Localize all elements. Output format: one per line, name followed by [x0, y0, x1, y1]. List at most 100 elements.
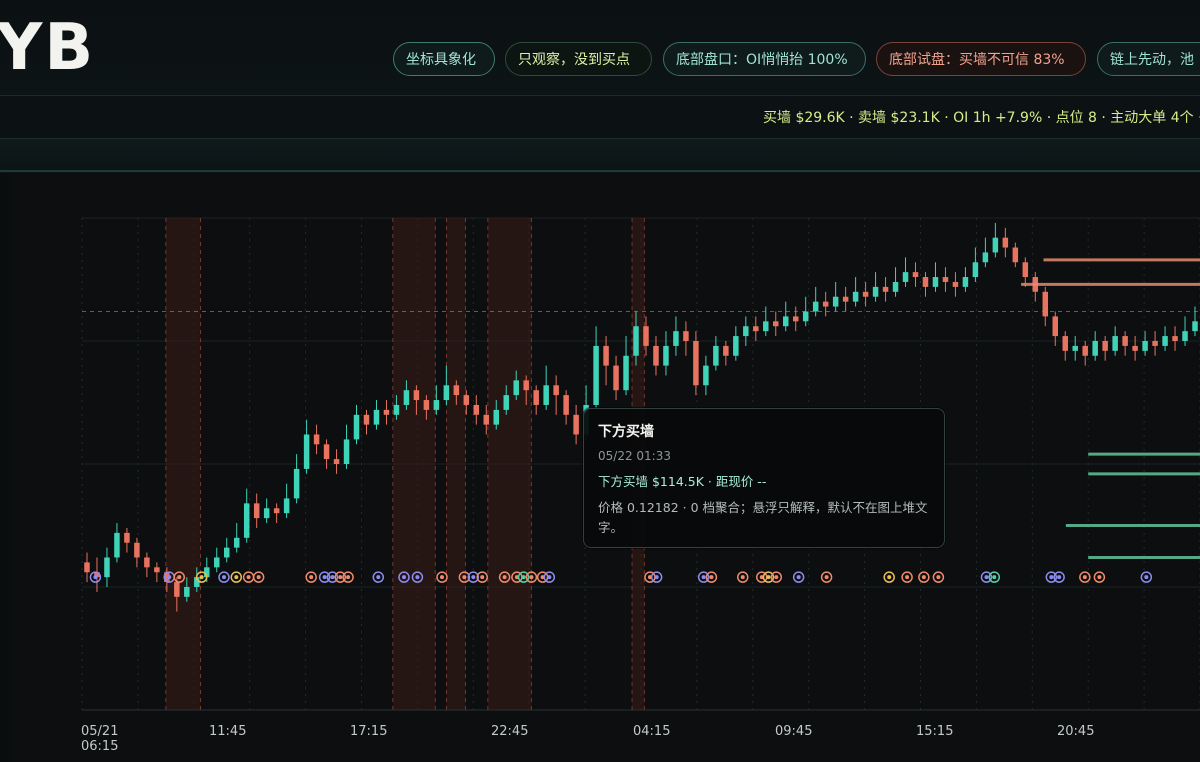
- candle-body: [972, 262, 979, 278]
- candle-body: [773, 321, 779, 327]
- candle-body: [1162, 336, 1168, 346]
- candle-body: [693, 341, 699, 386]
- event-marker-dot: [471, 575, 476, 580]
- candle-body: [523, 380, 529, 391]
- event-marker-dot: [547, 575, 552, 580]
- event-marker-dot: [462, 575, 467, 580]
- candle-body: [453, 385, 460, 396]
- highlight-band: [165, 218, 201, 710]
- candle-body: [952, 281, 959, 287]
- pill-bottom-test[interactable]: 底部试盘：买墙不可信 83%: [876, 42, 1086, 76]
- tooltip-description: 价格 0.12182 · 0 档聚合；悬浮只解释，默认不在图上堆文字。: [598, 500, 928, 535]
- brand-logo: YB: [0, 11, 96, 85]
- candle-body: [114, 532, 120, 558]
- candle-body: [1182, 331, 1188, 341]
- candle-body: [1112, 336, 1118, 351]
- event-marker-dot: [246, 575, 251, 580]
- candle-body: [782, 316, 789, 327]
- candle-body: [703, 365, 709, 386]
- event-marker-dot: [234, 575, 239, 580]
- event-marker-dot: [1082, 575, 1087, 580]
- candle-body: [433, 400, 440, 410]
- candle-body: [144, 557, 150, 568]
- event-marker-dot: [654, 575, 659, 580]
- candle-body: [573, 414, 579, 435]
- event-marker-dot: [338, 575, 343, 580]
- candle-body: [363, 414, 370, 425]
- event-marker-dot: [1049, 575, 1054, 580]
- candle-body: [134, 542, 140, 558]
- candle-body: [1172, 336, 1178, 341]
- status-bar: 买墙 $29.6K · 卖墙 $23.1K · OI 1h +7.9% · 点位…: [0, 96, 1200, 138]
- event-marker-dot: [709, 575, 714, 580]
- event-marker-dot: [502, 575, 507, 580]
- candle-body: [293, 468, 300, 499]
- candle-body: [673, 331, 679, 346]
- event-marker-dot: [415, 575, 420, 580]
- candle-body: [882, 286, 889, 292]
- pill-onchain[interactable]: 链上先动，池: [1097, 42, 1200, 76]
- event-marker-dot: [401, 575, 406, 580]
- event-marker-dot: [766, 575, 771, 580]
- candle-body: [922, 277, 929, 287]
- candle-body: [1122, 336, 1128, 346]
- tooltip-time: 05/22 01:33: [598, 449, 671, 463]
- event-marker-dot: [824, 575, 829, 580]
- candle-body: [223, 547, 230, 558]
- candle-body: [932, 277, 939, 287]
- pill-observe-only[interactable]: 只观察，没到买点: [505, 42, 652, 76]
- event-marker-dot: [992, 575, 997, 580]
- x-axis-label: 17:15: [350, 724, 388, 739]
- candle-body: [253, 503, 260, 519]
- toolbar-band-line: [0, 170, 1200, 172]
- candle-body: [553, 385, 559, 396]
- pill-coordinate-visualization[interactable]: 坐标具象化: [393, 42, 495, 76]
- candle-body: [174, 582, 180, 597]
- event-marker-dot: [921, 575, 926, 580]
- event-marker-dot: [701, 575, 706, 580]
- x-axis-label: 15:15: [916, 724, 954, 739]
- event-marker-dot: [93, 575, 98, 580]
- candle-body: [653, 345, 659, 366]
- event-marker-dot: [740, 575, 745, 580]
- candle-body: [593, 345, 599, 405]
- candle-body: [124, 532, 130, 543]
- candle-body: [723, 345, 729, 356]
- candle-body: [683, 331, 689, 341]
- event-marker-dot: [887, 575, 892, 580]
- pill-bottom-orderbook[interactable]: 底部盘口：OI悄悄抬 100%: [663, 42, 866, 76]
- candle-body: [1072, 345, 1078, 351]
- candle-body: [154, 567, 160, 573]
- candle-body: [333, 459, 340, 464]
- candle-body: [393, 404, 400, 415]
- candle-body: [852, 291, 859, 302]
- candle-body: [982, 252, 989, 263]
- candle-body: [1152, 341, 1158, 346]
- candle-body: [353, 414, 360, 440]
- candle-body: [713, 345, 719, 366]
- candle-body: [822, 301, 829, 307]
- candle-body: [104, 557, 110, 578]
- candle-body: [1082, 345, 1088, 356]
- candle-body: [273, 508, 280, 514]
- candle-body: [1132, 345, 1138, 351]
- candle-body: [1012, 247, 1019, 263]
- candle-body: [962, 277, 969, 287]
- candle-body: [303, 434, 310, 469]
- event-marker-dot: [256, 575, 261, 580]
- candle-body: [872, 286, 879, 297]
- candle-body: [812, 301, 819, 312]
- candle-body: [463, 395, 470, 405]
- candle-body: [1022, 262, 1029, 278]
- candle-body: [892, 281, 899, 292]
- candle-body: [1052, 316, 1059, 337]
- event-marker-dot: [167, 575, 172, 580]
- candle-body: [323, 444, 330, 460]
- x-axis-label: 09:45: [775, 724, 813, 739]
- candle-body: [493, 409, 500, 425]
- candle-body: [942, 277, 949, 282]
- event-marker-dot: [1097, 575, 1102, 580]
- event-marker-dot: [1057, 575, 1062, 580]
- event-marker-dot: [309, 575, 314, 580]
- candle-body: [623, 355, 629, 391]
